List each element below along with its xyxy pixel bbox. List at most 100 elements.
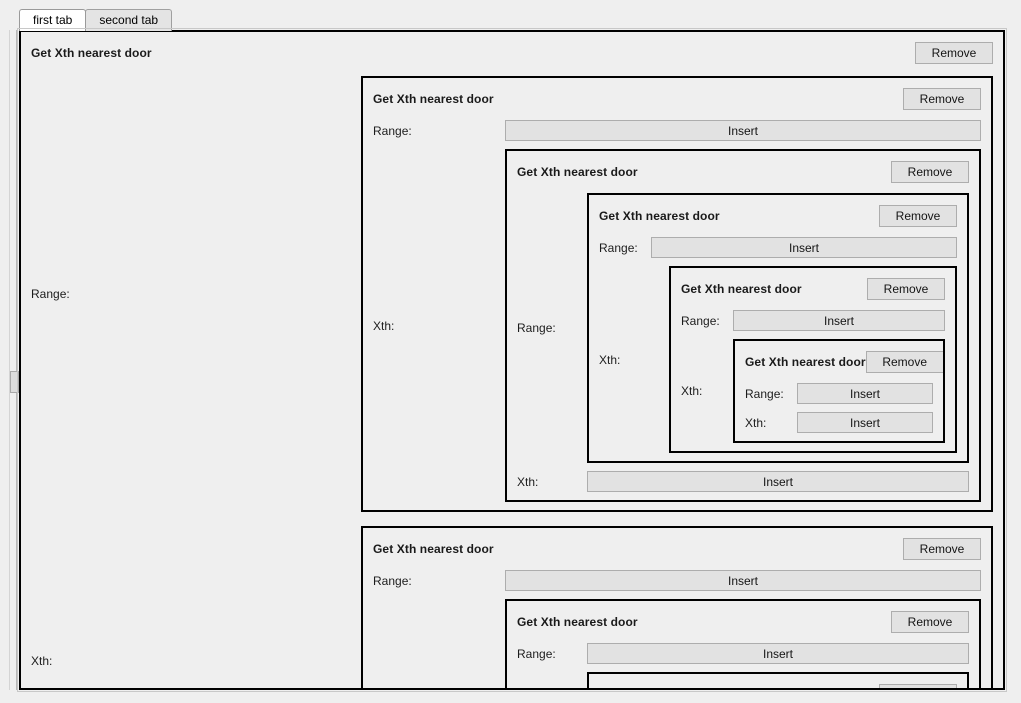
node-panel: Get Xth nearest doorRemoveRange:InsertXt…: [361, 526, 993, 688]
row-range: Range: Insert: [373, 570, 981, 591]
tab-first-label: first tab: [33, 13, 73, 27]
row-range: Range: Insert: [599, 237, 957, 258]
label-xth: Xth:: [745, 415, 767, 430]
insert-slot-range: Insert: [587, 643, 969, 664]
row-xth: Xth:Get Xth nearest doorRemoveRange:Inse…: [517, 672, 969, 688]
remove-button[interactable]: Remove: [903, 538, 981, 560]
insert-button[interactable]: Insert: [797, 412, 933, 433]
row-xth: Xth: Get Xth nearest doorRemove Range: Inse…: [373, 599, 981, 688]
node-header: Get Xth nearest door Remove: [517, 159, 969, 185]
tab-first[interactable]: first tab: [19, 9, 87, 31]
row-xth: Xth:Get Xth nearest doorRemoveRange:Inse…: [31, 526, 993, 688]
insert-button[interactable]: Insert: [651, 237, 957, 258]
label-range: Range:: [373, 123, 412, 138]
split-pane-expand-handle[interactable]: [10, 371, 19, 393]
insert-button[interactable]: Insert: [505, 570, 981, 591]
insert-button[interactable]: Insert: [587, 643, 969, 664]
slot-xth: Get Xth nearest doorRemove Range: Insert Xt…: [733, 339, 945, 443]
slot-range: Insert: [505, 120, 981, 141]
label-xth: Xth:: [681, 384, 703, 398]
node-header: Get Xth nearest door Remove: [681, 276, 945, 302]
remove-button[interactable]: Remove: [891, 611, 969, 633]
row-range: Range: Insert: [517, 643, 969, 664]
row-range: Range: Get Xth nearest door Remove Range: In…: [517, 193, 969, 463]
node-panel: Get Xth nearest doorRemoveRange:InsertXt…: [361, 76, 993, 512]
slot-range: Get Xth nearest door Remove Range: Insert Xt…: [587, 193, 969, 463]
node-root: Get Xth nearest door Remove Range: Get Xth …: [21, 32, 1003, 688]
label-range: Range:: [681, 313, 720, 328]
row-range: Range: Insert: [681, 310, 945, 331]
insert-slot-xth: Insert: [797, 412, 933, 433]
insert-slot-range: Insert: [733, 310, 945, 331]
node-title: Get Xth nearest door: [599, 209, 720, 223]
remove-button[interactable]: Remove: [879, 205, 957, 227]
node-header: Get Xth nearest doorRemove: [599, 682, 957, 688]
insert-button[interactable]: Insert: [587, 471, 969, 492]
slot-xth: Get Xth nearest doorRemoveRange:InsertXt…: [361, 526, 993, 688]
insert-button[interactable]: Insert: [733, 310, 945, 331]
remove-button[interactable]: Remove: [867, 278, 945, 300]
node-header: Get Xth nearest doorRemove: [517, 609, 969, 635]
insert-slot-range: Insert: [797, 383, 933, 404]
label-range: Range:: [745, 386, 784, 401]
row-range: Range: Get Xth nearest door Remove Range: In…: [31, 76, 993, 512]
row-range: Range: Insert: [373, 120, 981, 141]
remove-button[interactable]: Remove: [903, 88, 981, 110]
insert-button[interactable]: Insert: [505, 120, 981, 141]
slot-range: Get Xth nearest door Remove Range: Insert Xt…: [361, 76, 993, 512]
tab-second[interactable]: second tab: [85, 9, 173, 31]
row-xth: Xth: Get Xth nearest doorRemove Range: Inse…: [681, 339, 945, 443]
insert-slot-range: Insert: [505, 120, 981, 141]
row-xth: Xth: Get Xth nearest door Remove Range: Get …: [373, 149, 981, 502]
tab-bar: first tab second tab: [19, 9, 173, 31]
label-range: Range:: [599, 240, 638, 255]
node-header: Get Xth nearest door Remove: [599, 203, 957, 229]
insert-slot-range: Insert: [505, 570, 981, 591]
node-panel: Get Xth nearest doorRemoveRange:InsertXt…: [587, 193, 969, 463]
insert-slot-range: Insert: [651, 237, 957, 258]
tab-second-label: second tab: [99, 13, 159, 27]
row-xth: Xth:Get Xth nearest doorRemoveRange:Inse…: [599, 266, 957, 453]
slot-xth: Get Xth nearest doorRemoveRange:InsertXt…: [669, 266, 957, 453]
node-title: Get Xth nearest door: [681, 282, 802, 296]
node-panel: Get Xth nearest door Remove Range: Get Xth …: [21, 32, 1003, 688]
node-panel: Get Xth nearest doorRemoveRange:InsertXt…: [587, 672, 969, 688]
slot-range: Insert: [733, 310, 945, 331]
node-header: Get Xth nearest doorRemove: [31, 42, 993, 64]
label-xth: Xth:: [373, 318, 395, 333]
remove-button[interactable]: Remove: [915, 42, 993, 64]
remove-button[interactable]: Remove: [891, 161, 969, 183]
slot-xth: Insert: [587, 471, 969, 492]
node-panel: Get Xth nearest door Remove Range: Get Xth …: [505, 149, 981, 502]
slot-xth: Get Xth nearest door Remove Range: Get Xth …: [505, 149, 981, 502]
label-range: Range:: [373, 573, 412, 588]
application-window: first tab second tab Get Xth nearest doo…: [0, 0, 1021, 703]
node-panel: Get Xth nearest doorRemoveRange:InsertXt…: [669, 266, 957, 453]
node-title: Get Xth nearest door: [373, 92, 494, 106]
node-title: Get Xth nearest door: [373, 542, 494, 556]
split-pane-divider[interactable]: [9, 30, 19, 690]
node-header: Get Xth nearest doorRemove: [745, 349, 943, 375]
tab-panel-first: Get Xth nearest door Remove Range: Get Xth …: [19, 30, 1005, 690]
slot-range: Insert: [587, 643, 969, 664]
slot-xth: Insert: [797, 412, 933, 433]
slot-range: Insert: [651, 237, 957, 258]
node-header: Get Xth nearest door Remove: [373, 86, 981, 112]
slot-xth: Get Xth nearest doorRemove Range: Insert Xt…: [505, 599, 981, 688]
label-range: Range:: [517, 646, 556, 661]
label-xth: Xth:: [373, 686, 505, 689]
slot-xth: Get Xth nearest doorRemoveRange:InsertXt…: [587, 672, 969, 688]
remove-button[interactable]: Remove: [865, 351, 943, 373]
node-title: Get Xth nearest door: [745, 355, 866, 369]
label-range: Range:: [517, 321, 556, 335]
label-xth: Xth:: [517, 474, 539, 489]
node-title: Get Xth nearest door: [517, 165, 638, 179]
node-panel: Get Xth nearest doorRemove Range: Insert Xt…: [733, 339, 945, 443]
label-xth: Xth:: [599, 352, 621, 367]
insert-button[interactable]: Insert: [797, 383, 933, 404]
row-xth: Xth: Insert: [517, 471, 969, 492]
insert-slot-xth: Insert: [587, 471, 969, 492]
slot-range: Insert: [505, 570, 981, 591]
remove-button[interactable]: Remove: [879, 684, 957, 688]
label-xth: Xth:: [31, 654, 53, 668]
